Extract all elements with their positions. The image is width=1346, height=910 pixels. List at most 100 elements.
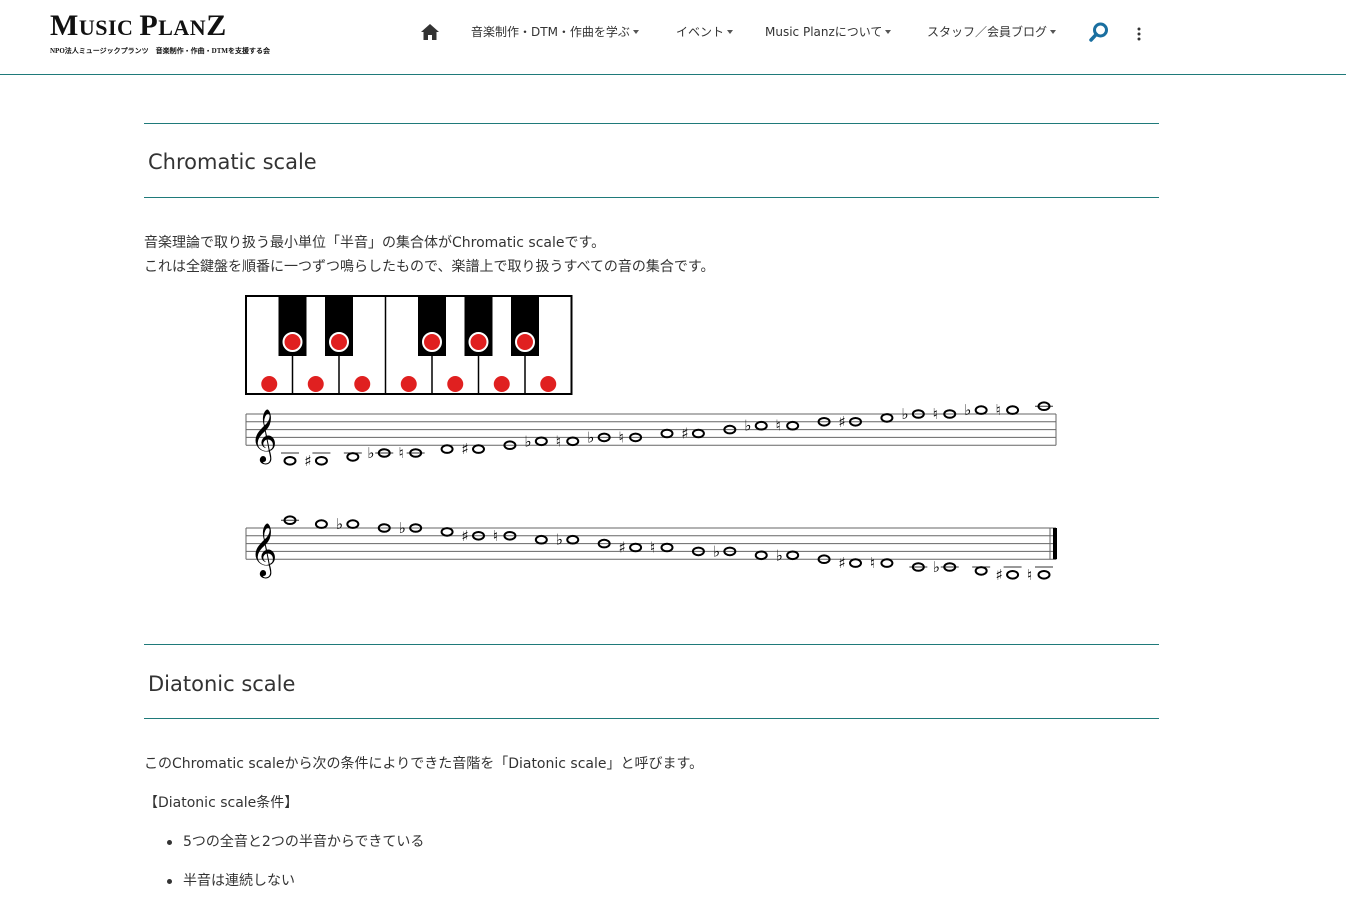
nav-item-about-label: Music Planzについて [765, 25, 883, 39]
section-rule [144, 123, 1159, 124]
accidental: ♭ [587, 428, 594, 446]
nav-item-about[interactable]: Music Planzについて [765, 20, 892, 44]
white-key-dot [306, 375, 325, 393]
whole-note [566, 436, 580, 447]
chromatic-paragraph-2: これは全鍵盤を順番に一つずつ鳴らしたもので、楽譜上で取り扱うすべての音の集合です… [144, 259, 715, 275]
logo-subtitle: NPO法人ミュージックプランツ 音楽制作・作曲・DTMを支援する会 [50, 47, 270, 55]
keyboard-illustration [245, 295, 573, 395]
black-key-dot [282, 332, 303, 352]
final-bar-thick [1053, 528, 1057, 560]
whole-note [880, 413, 894, 423]
logo-wordmark: MUSIC PLANZ [50, 9, 227, 42]
whole-note [974, 405, 988, 415]
accidental: ♮ [933, 405, 938, 423]
nav-item-learn-label: 音楽制作・DTM・作曲を学ぶ [471, 25, 630, 39]
nav-item-events[interactable]: イベント [676, 20, 734, 44]
search-icon[interactable] [1088, 21, 1110, 43]
nav-item-learn[interactable]: 音楽制作・DTM・作曲を学ぶ [471, 20, 639, 44]
white-key-dot [492, 375, 511, 393]
accidental: ♮ [556, 432, 561, 450]
accidental: ♭ [933, 558, 940, 576]
nav-item-blog-label: スタッフ／会員ブログ [927, 25, 1048, 39]
whole-note [786, 550, 800, 561]
home-icon[interactable] [420, 22, 440, 42]
site-header: MUSIC PLANZ NPO法人ミュージックプランツ 音楽制作・作曲・DTMを… [0, 0, 1346, 75]
accidental: ♭ [336, 515, 343, 533]
whole-note [440, 444, 454, 454]
list-item: 5つの全音と2つの半音からできている [144, 832, 424, 871]
whole-note [880, 558, 894, 568]
section-rule [144, 197, 1159, 198]
accidental: ♭ [713, 542, 720, 560]
accidental: ♮ [493, 527, 498, 545]
accidental: ♮ [996, 401, 1001, 419]
accidental: ♮ [399, 444, 404, 462]
accidental: ♯ [462, 440, 469, 458]
whole-note [786, 420, 800, 431]
black-key-dot [422, 332, 442, 352]
white-key-dot [399, 375, 418, 393]
black-key-dot [515, 332, 535, 352]
accidental: ♮ [1027, 566, 1032, 584]
black-key-dot [468, 332, 489, 352]
staff-descending: 𝄞 ♭ ♭ ♯ ♮ ♭ ♯ ♮ ♭ ♭ ♯ ♮ ♭ ♯ ♮ [245, 515, 1057, 584]
section-rule [144, 644, 1159, 645]
nav-item-blog[interactable]: スタッフ／会員ブログ [927, 20, 1057, 44]
accidental: ♭ [367, 444, 374, 462]
accidental: ♯ [462, 527, 469, 545]
accidental: ♮ [870, 554, 875, 572]
accidental: ♯ [839, 554, 846, 572]
accidental: ♭ [524, 432, 531, 450]
white-key-dot [446, 375, 465, 393]
accidental: ♭ [964, 401, 971, 419]
whole-note [440, 527, 454, 537]
accidental: ♭ [744, 417, 751, 435]
whole-note [346, 519, 360, 529]
chromatic-paragraph-1: 音楽理論で取り扱う最小単位「半音」の集合体がChromatic scaleです。 [144, 235, 606, 251]
white-key-dot [539, 375, 558, 393]
treble-clef-icon: 𝄞 [250, 408, 277, 464]
accidental: ♮ [619, 428, 624, 446]
whole-note [472, 444, 485, 454]
accidental: ♯ [304, 452, 311, 470]
diatonic-paragraph-1: このChromatic scaleから次の条件によりできた音階を「Diatoni… [144, 756, 704, 772]
whole-note [974, 566, 988, 576]
section-rule [144, 718, 1159, 719]
diatonic-conditions-list: 5つの全音と2つの半音からできている 半音は連続しない [144, 832, 424, 910]
treble-clef-icon: 𝄞 [250, 522, 277, 578]
nav-item-events-label: イベント [676, 25, 725, 39]
white-key-dot [260, 375, 279, 393]
accidental: ♯ [681, 425, 688, 443]
accidental: ♭ [776, 546, 783, 564]
accidental: ♭ [399, 519, 406, 537]
whole-note [314, 456, 328, 466]
accidental: ♭ [556, 531, 563, 549]
chevron-down-icon [885, 29, 892, 34]
whole-note [566, 534, 580, 545]
whole-note [660, 542, 674, 553]
accidental: ♯ [839, 413, 846, 431]
whole-note [754, 550, 768, 561]
site-logo[interactable]: MUSIC PLANZ NPO法人ミュージックプランツ 音楽制作・作曲・DTMを… [50, 9, 270, 56]
accidental: ♭ [901, 405, 908, 423]
whole-note [314, 519, 328, 529]
whole-note [849, 558, 862, 568]
staff-ascending: 𝄞 ♯ ♭ ♮ ♯ ♭ ♮ ♭ ♮ ♯ ♭ ♮ ♯ ♭ ♮ ♭ ♮ [245, 401, 1057, 470]
whole-note [534, 534, 548, 545]
whole-note [754, 420, 768, 431]
accidental: ♮ [776, 417, 781, 435]
white-key-dot [353, 375, 372, 393]
whole-note [691, 428, 705, 439]
list-item: 半音は連続しない [144, 871, 424, 910]
chevron-down-icon [1050, 29, 1057, 34]
chevron-down-icon [727, 29, 734, 34]
whole-note [1037, 570, 1051, 580]
kebab-icon[interactable] [1136, 26, 1142, 41]
black-key-dot [329, 332, 349, 352]
whole-note [629, 542, 643, 553]
whole-note [534, 436, 548, 447]
whole-note [1006, 405, 1020, 415]
accidental: ♮ [650, 539, 655, 557]
whole-note [1006, 570, 1020, 580]
whole-note [660, 428, 674, 439]
